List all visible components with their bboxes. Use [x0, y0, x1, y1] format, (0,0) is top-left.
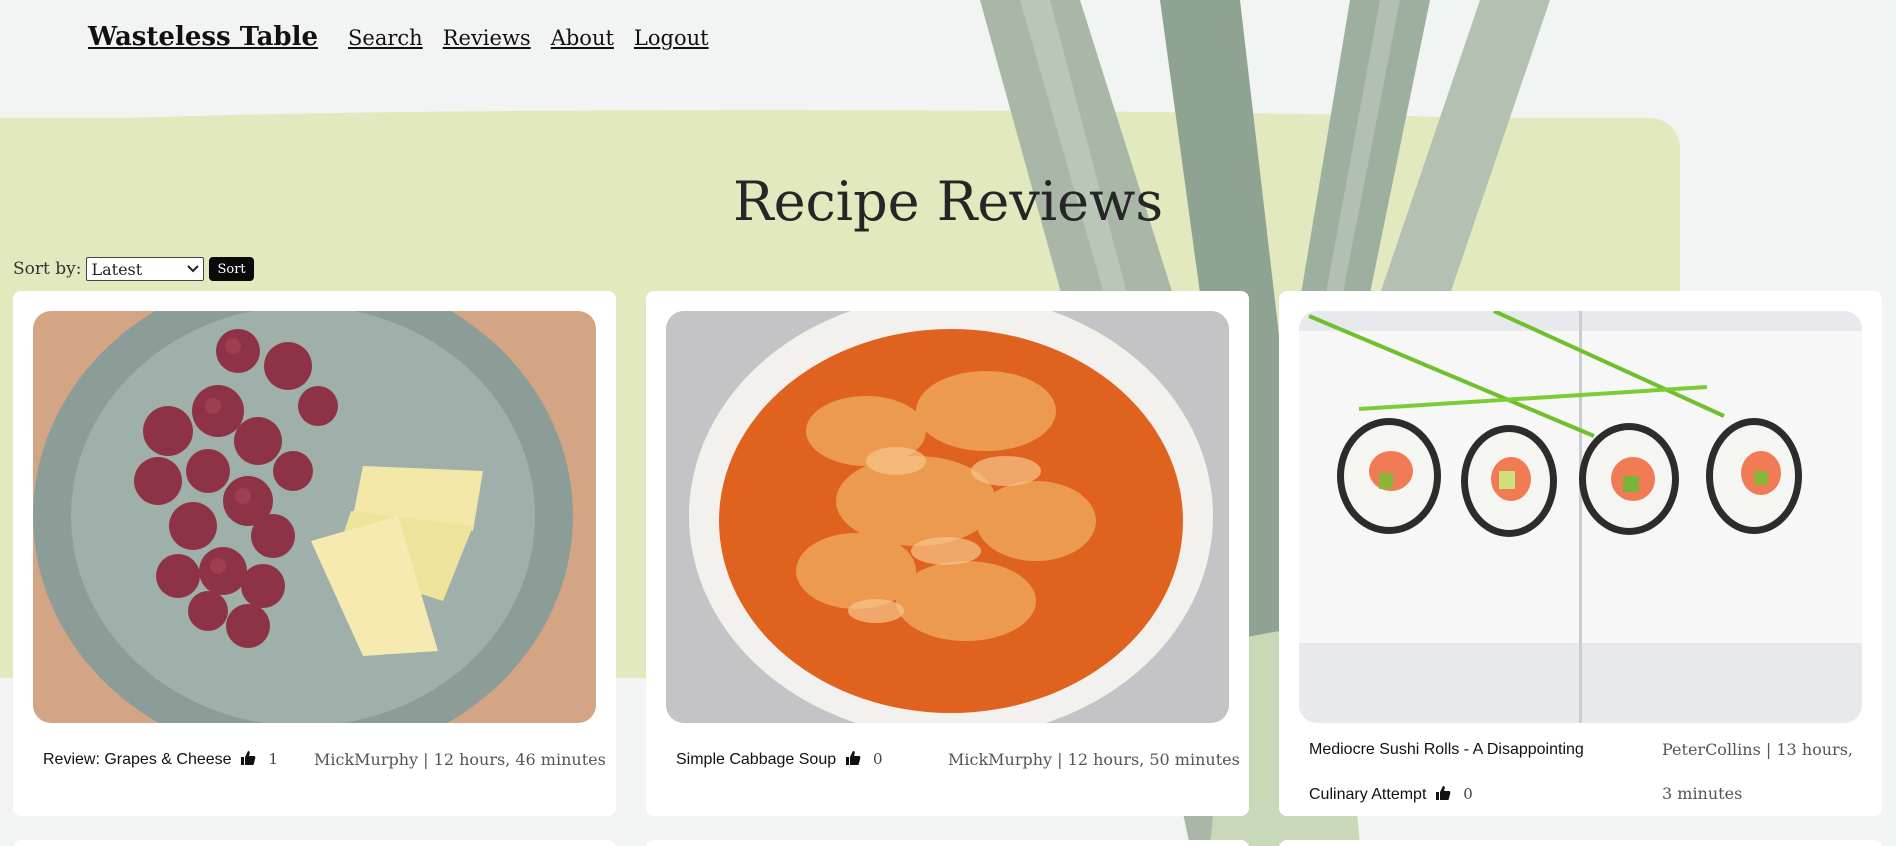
- review-title[interactable]: Review: Grapes & Cheese 1: [43, 750, 278, 769]
- review-image-cabbage-soup[interactable]: [666, 311, 1229, 723]
- page-title: Recipe Reviews: [732, 170, 1164, 233]
- chevron-down-icon: [187, 265, 200, 273]
- next-review-card: [13, 840, 616, 846]
- review-card[interactable]: Review: Grapes & Cheese 1 MickMurphy | 1…: [13, 291, 616, 816]
- nav-link-reviews[interactable]: Reviews: [443, 26, 531, 50]
- review-card[interactable]: Mediocre Sushi Rolls - A Disappointing C…: [1279, 291, 1882, 816]
- brand-link[interactable]: Wasteless Table: [88, 22, 318, 52]
- review-title[interactable]: Mediocre Sushi Rolls - A Disappointing C…: [1309, 728, 1629, 817]
- review-author-line-2: 3 minutes: [1662, 784, 1743, 803]
- review-title-text[interactable]: Review: Grapes & Cheese: [43, 751, 232, 768]
- sort-select[interactable]: Latest: [86, 257, 205, 281]
- review-title-line-2[interactable]: Culinary Attempt: [1309, 786, 1426, 803]
- review-title[interactable]: Simple Cabbage Soup 0: [676, 750, 883, 769]
- top-nav: Wasteless Table Search Reviews About Log…: [88, 22, 729, 52]
- review-author-line-1: PeterCollins | 13 hours,: [1662, 740, 1853, 759]
- sort-select-value: Latest: [91, 259, 143, 279]
- nav-link-search[interactable]: Search: [348, 26, 423, 50]
- review-image-sushi-rolls[interactable]: [1299, 311, 1862, 723]
- review-author-time: MickMurphy | 12 hours, 46 minutes: [314, 750, 606, 769]
- review-card[interactable]: Simple Cabbage Soup 0 MickMurphy | 12 ho…: [646, 291, 1249, 816]
- review-title-text[interactable]: Simple Cabbage Soup: [676, 751, 836, 768]
- thumbs-up-icon[interactable]: [845, 750, 861, 766]
- nav-link-about[interactable]: About: [551, 26, 614, 50]
- sort-button[interactable]: Sort: [209, 257, 254, 281]
- review-author-time: MickMurphy | 12 hours, 50 minutes: [948, 750, 1240, 769]
- thumbs-up-icon[interactable]: [240, 750, 256, 766]
- likes-count: 0: [873, 750, 883, 768]
- review-title-line-1[interactable]: Mediocre Sushi Rolls - A Disappointing: [1309, 741, 1584, 758]
- next-review-card: [646, 840, 1249, 846]
- likes-count: 0: [1463, 785, 1473, 803]
- review-image-grapes-cheese[interactable]: [33, 311, 596, 723]
- next-review-card: [1279, 840, 1882, 846]
- sort-bar: Sort by: Latest Sort: [13, 257, 254, 281]
- sort-label: Sort by:: [13, 259, 82, 279]
- nav-link-logout[interactable]: Logout: [634, 26, 709, 50]
- review-author-time: PeterCollins | 13 hours, 3 minutes: [1662, 728, 1853, 816]
- likes-count: 1: [268, 750, 278, 768]
- thumbs-up-icon[interactable]: [1435, 785, 1451, 801]
